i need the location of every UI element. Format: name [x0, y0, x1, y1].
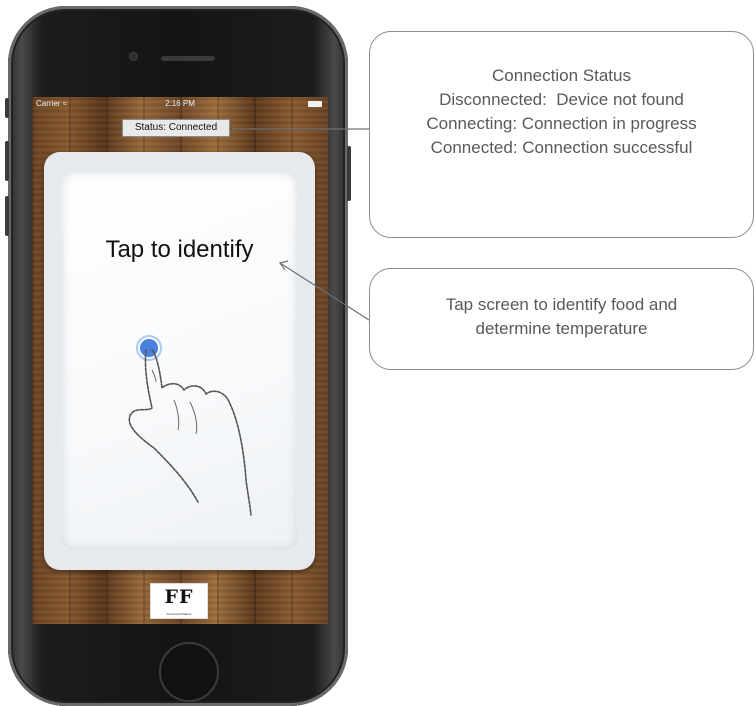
tap-callout-line-2: determine temperature [475, 319, 648, 338]
tap-callout-line-1: Tap screen to identify food and [445, 295, 678, 314]
callout-title: Connection Status [492, 66, 631, 85]
callout-line-connecting: Connecting: Connection in progress [426, 114, 697, 133]
connection-status-callout: Connection Status Disconnected: Device n… [369, 31, 754, 238]
callout-line-disconnected: Disconnected: Device not found [439, 90, 684, 109]
tap-screen-callout: Tap screen to identify food and determin… [369, 268, 754, 370]
callout-line-connected: Connected: Connection successful [430, 138, 693, 157]
